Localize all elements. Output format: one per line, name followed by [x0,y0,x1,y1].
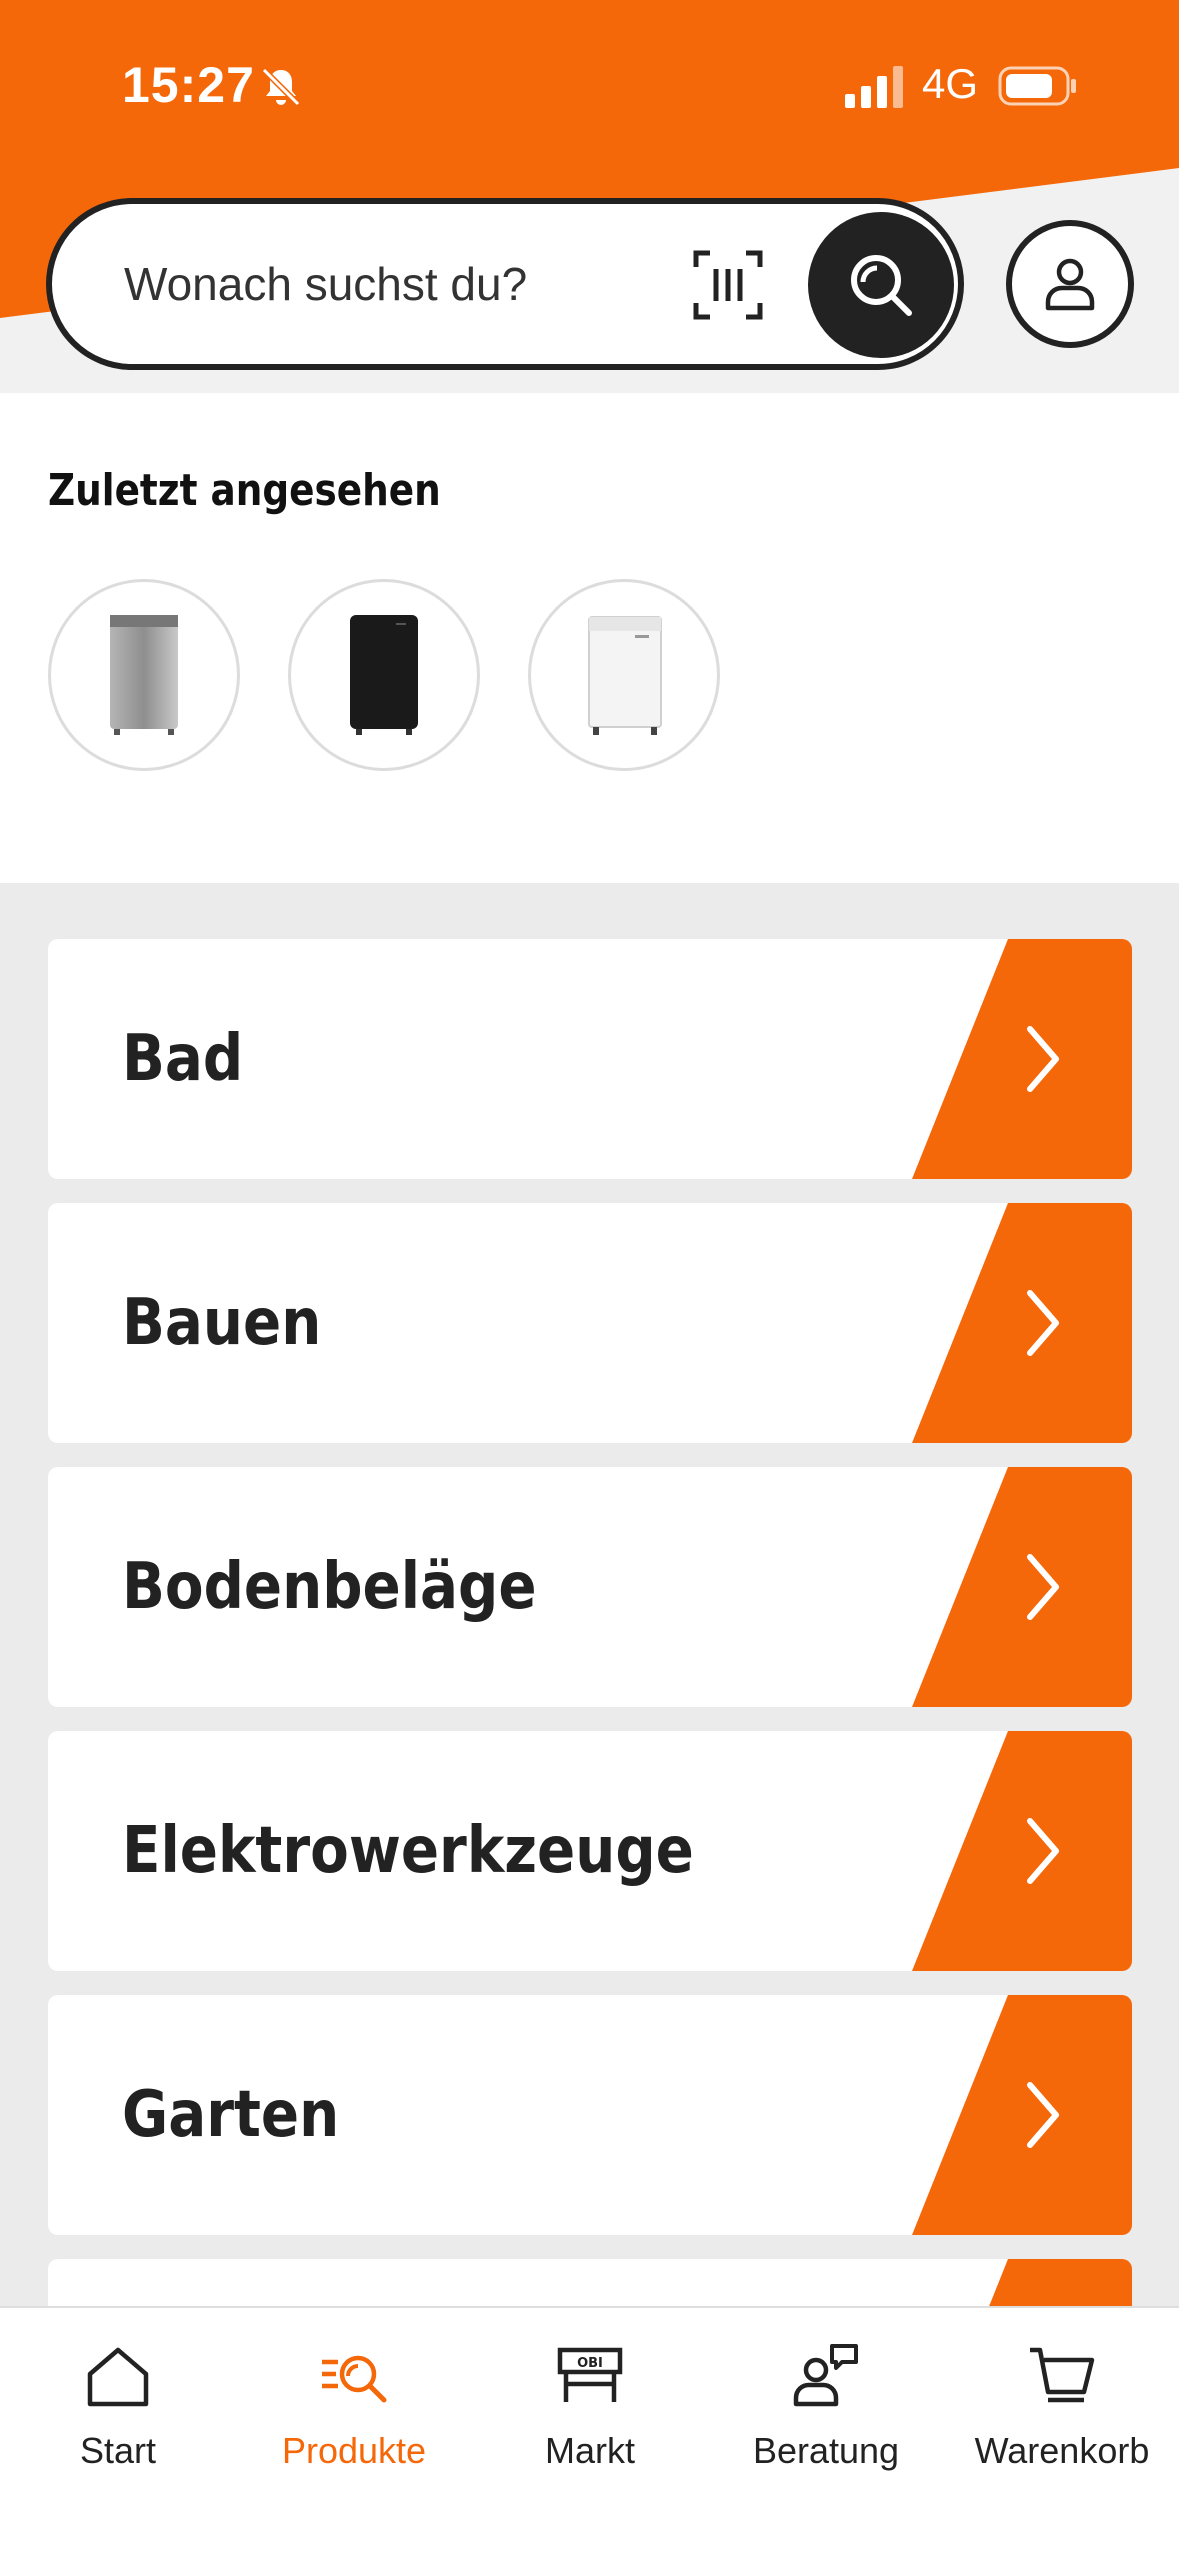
category-label: Bad [122,1022,244,1096]
barcode-scan-icon[interactable] [692,249,764,321]
category-arrow [912,939,1132,1179]
recent-product-3[interactable] [528,579,720,771]
products-search-icon [322,2355,387,2403]
nav-label: Produkte [281,2430,427,2471]
recently-viewed-section: Zuletzt angesehen [0,393,1179,883]
nav-label: Warenkorb [974,2430,1150,2471]
battery-icon [998,66,1076,106]
category-card-bad[interactable]: Bad [48,939,1132,1179]
category-arrow [912,1467,1132,1707]
category-card-bodenbelaege[interactable]: Bodenbeläge [48,1467,1132,1707]
recent-product-2[interactable] [288,579,480,771]
category-label: Garten [122,2078,340,2152]
category-arrow [912,1731,1132,1971]
search-button[interactable] [808,212,954,358]
store-icon: OBI [557,2347,623,2402]
category-label: Bodenbeläge [122,1550,537,1624]
fridge-black-icon [350,615,418,735]
nav-label: Markt [545,2430,635,2471]
nav-label: Beratung [752,2430,900,2471]
nav-label: Start [79,2430,157,2471]
status-time: 15:27 [122,57,255,113]
nav-markt[interactable]: OBI Markt [472,2332,708,2532]
header: 15:27 4G [0,0,1179,393]
category-label: Bauen [122,1286,322,1360]
status-bar: 15:27 4G [0,0,1179,170]
recent-product-1[interactable] [48,579,240,771]
category-card-bauen[interactable]: Bauen [48,1203,1132,1443]
nav-produkte[interactable]: Produkte [236,2332,472,2532]
status-network: 4G [922,60,979,107]
category-label: Elektrowerkzeuge [122,1814,694,1888]
advice-icon [793,2344,858,2407]
fridge-silver-icon [110,615,178,735]
search-icon [851,255,912,316]
fridge-white-icon [588,616,662,735]
signal-icon [845,66,903,108]
bell-muted-icon [261,67,301,107]
category-card-elektrowerkzeuge[interactable]: Elektrowerkzeuge [48,1731,1132,1971]
search-input[interactable] [124,244,684,324]
search-bar[interactable] [46,198,964,370]
category-arrow [912,1995,1132,2235]
category-card-garten[interactable]: Garten [48,1995,1132,2235]
recently-viewed-title: Zuletzt angesehen [48,465,441,516]
home-icon [87,2347,149,2407]
nav-warenkorb[interactable]: Warenkorb [944,2332,1179,2532]
account-icon [1045,258,1095,311]
cart-icon [1030,2347,1095,2403]
nav-start[interactable]: Start [0,2332,236,2532]
account-button[interactable] [1006,220,1134,348]
svg-text:OBI: OBI [577,2356,603,2371]
bottom-navigation: Start Produkte OBI Markt Beratung Warenk… [0,2306,1179,2556]
category-arrow [912,1203,1132,1443]
nav-beratung[interactable]: Beratung [708,2332,944,2532]
